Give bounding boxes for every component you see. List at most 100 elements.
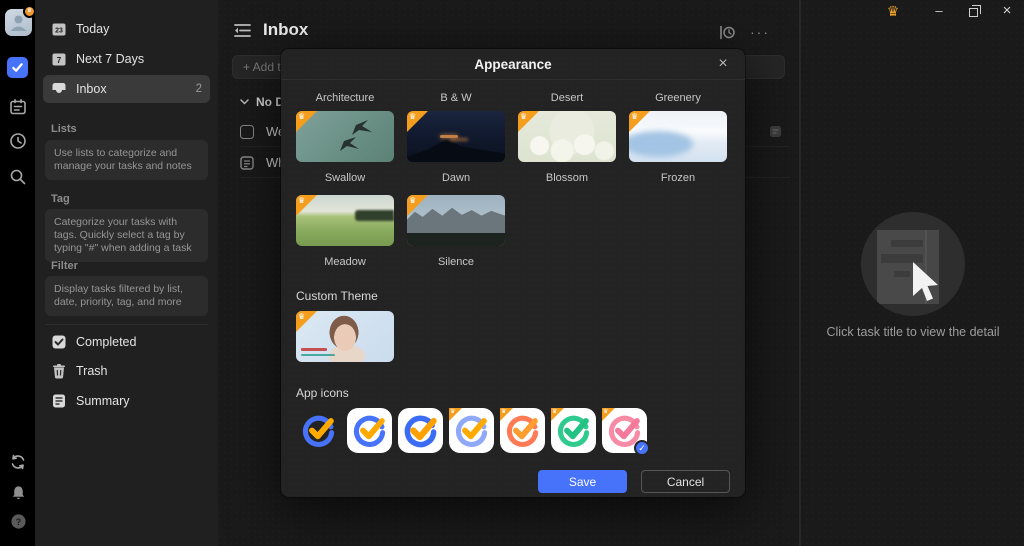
sidebar-item-label: Today [76, 22, 202, 36]
app-window: ♛ ? 23 Today 7 Next 7 Days [0, 0, 1024, 546]
theme-label-silence: Silence [407, 256, 505, 268]
sidebar-item-label: Completed [76, 335, 202, 349]
inbox-count: 2 [196, 83, 202, 95]
sidebar-item-label: Next 7 Days [76, 52, 202, 66]
theme-thumbnail-blossom[interactable]: ♛ [518, 111, 616, 162]
sidebar-item-label: Summary [76, 394, 202, 408]
premium-crown-badge: ♛ [449, 408, 462, 421]
sync-icon[interactable] [7, 451, 29, 473]
empty-state-text: Click task title to view the detail [801, 325, 1024, 339]
app-icon-white-pink[interactable]: ♛ ✓ [602, 408, 647, 453]
sidebar-item-label: Inbox [76, 82, 187, 96]
theme-label-architecture: Architecture [296, 92, 394, 104]
trash-icon [51, 363, 67, 379]
premium-crown-badge: ♛ [296, 111, 317, 132]
lists-tip: Use lists to categorize and manage your … [45, 140, 208, 180]
sidebar-item-today[interactable]: 23 Today [43, 15, 210, 43]
theme-thumbnail-frozen[interactable]: ♛ [629, 111, 727, 162]
sidebar-toggle-icon[interactable] [234, 23, 251, 38]
sidebar-item-summary[interactable]: Summary [43, 387, 210, 415]
dialog-title: Appearance [474, 57, 551, 72]
page-title: Inbox [263, 20, 308, 40]
premium-crown-badge: ♛ [602, 408, 615, 421]
theme-label-meadow: Meadow [296, 256, 394, 268]
section-header-lists: Lists [51, 123, 77, 135]
theme-label-bw: B & W [407, 92, 505, 104]
completed-checkbox-icon [51, 334, 67, 350]
premium-crown-badge: ♛ [629, 111, 650, 132]
theme-label-frozen: Frozen [629, 172, 727, 184]
app-icon-white-green[interactable]: ♛ [551, 408, 596, 453]
theme-thumbnail-meadow[interactable]: ♛ [296, 195, 394, 246]
week-calendar-icon: 7 [51, 51, 67, 67]
help-icon[interactable]: ? [7, 510, 29, 532]
task-detail-panel: Click task title to view the detail [800, 0, 1024, 546]
premium-crown-badge: ♛ [518, 111, 539, 132]
sidebar-item-trash[interactable]: Trash [43, 357, 210, 385]
theme-thumbnail-dawn[interactable]: ♛ [407, 111, 505, 162]
appearance-dialog: Appearance × Architecture B & W Desert G… [281, 49, 745, 497]
selected-check-badge: ✓ [634, 440, 650, 456]
sidebar-item-inbox[interactable]: Inbox 2 [43, 75, 210, 103]
calendar-icon[interactable] [7, 96, 29, 118]
sort-icon[interactable] [719, 25, 736, 40]
premium-crown-badge: ♛ [407, 111, 428, 132]
app-icon-classic[interactable] [296, 408, 341, 453]
theme-label-blossom: Blossom [518, 172, 616, 184]
inbox-icon [51, 81, 67, 97]
custom-theme-header: Custom Theme [296, 289, 730, 303]
task-detail-icon[interactable] [769, 125, 782, 138]
focus-clock-icon[interactable] [7, 130, 29, 152]
premium-crown-icon[interactable]: ♛ [876, 3, 910, 20]
window-controls: ♛ – × [876, 0, 1024, 22]
section-header-filter: Filter [51, 260, 78, 272]
cancel-button[interactable]: Cancel [641, 470, 730, 493]
theme-thumbnail-swallow[interactable]: ♛ [296, 111, 394, 162]
app-icon-white-blue[interactable] [347, 408, 392, 453]
user-avatar[interactable]: ♛ [5, 9, 32, 36]
theme-thumbnail-silence[interactable]: ♛ [407, 195, 505, 246]
theme-label-desert: Desert [518, 92, 616, 104]
section-header-tag: Tag [51, 193, 70, 205]
theme-label-greenery: Greenery [629, 92, 727, 104]
dialog-close-icon[interactable]: × [713, 54, 733, 74]
sidebar-item-next-7-days[interactable]: 7 Next 7 Days [43, 45, 210, 73]
restore-button[interactable] [956, 1, 990, 21]
filter-tip: Display tasks filtered by list, date, pr… [45, 276, 208, 316]
premium-crown-badge: ♛ [500, 408, 513, 421]
svg-text:23: 23 [55, 28, 63, 35]
note-icon [240, 156, 254, 170]
empty-state-illustration [861, 212, 965, 316]
svg-text:7: 7 [57, 56, 62, 65]
chevron-down-icon [240, 99, 249, 105]
today-calendar-icon: 23 [51, 21, 67, 37]
restore-icon [969, 8, 978, 17]
left-rail: ♛ ? [0, 0, 35, 546]
theme-label-swallow: Swallow [296, 172, 394, 184]
add-task-placeholder: + Add t [243, 60, 281, 74]
search-icon[interactable] [7, 166, 29, 188]
app-icon-white-lightblue[interactable]: ♛ [449, 408, 494, 453]
notifications-bell-icon[interactable] [7, 481, 29, 503]
tasks-check-icon[interactable] [7, 57, 28, 78]
svg-text:?: ? [15, 516, 20, 526]
theme-label-dawn: Dawn [407, 172, 505, 184]
close-button[interactable]: × [990, 1, 1024, 21]
sidebar: 23 Today 7 Next 7 Days Inbox 2 Lists Use… [35, 0, 218, 546]
custom-theme-thumbnail[interactable]: ♛ [296, 311, 394, 362]
app-icon-white-blue-alt[interactable] [398, 408, 443, 453]
sidebar-item-completed[interactable]: Completed [43, 328, 210, 356]
sidebar-divider [45, 324, 208, 325]
more-options-icon[interactable]: ··· [750, 24, 770, 40]
tag-tip: Categorize your tasks with tags. Quickly… [45, 209, 208, 262]
premium-crown-badge: ♛ [407, 195, 428, 216]
minimize-button[interactable]: – [922, 1, 956, 21]
app-icons-header: App icons [296, 386, 730, 400]
sidebar-item-label: Trash [76, 364, 202, 378]
summary-document-icon [51, 393, 67, 409]
task-checkbox[interactable] [240, 125, 254, 139]
premium-crown-badge: ♛ [296, 195, 317, 216]
app-icon-white-orange[interactable]: ♛ [500, 408, 545, 453]
premium-crown-badge: ♛ [551, 408, 564, 421]
save-button[interactable]: Save [538, 470, 627, 493]
